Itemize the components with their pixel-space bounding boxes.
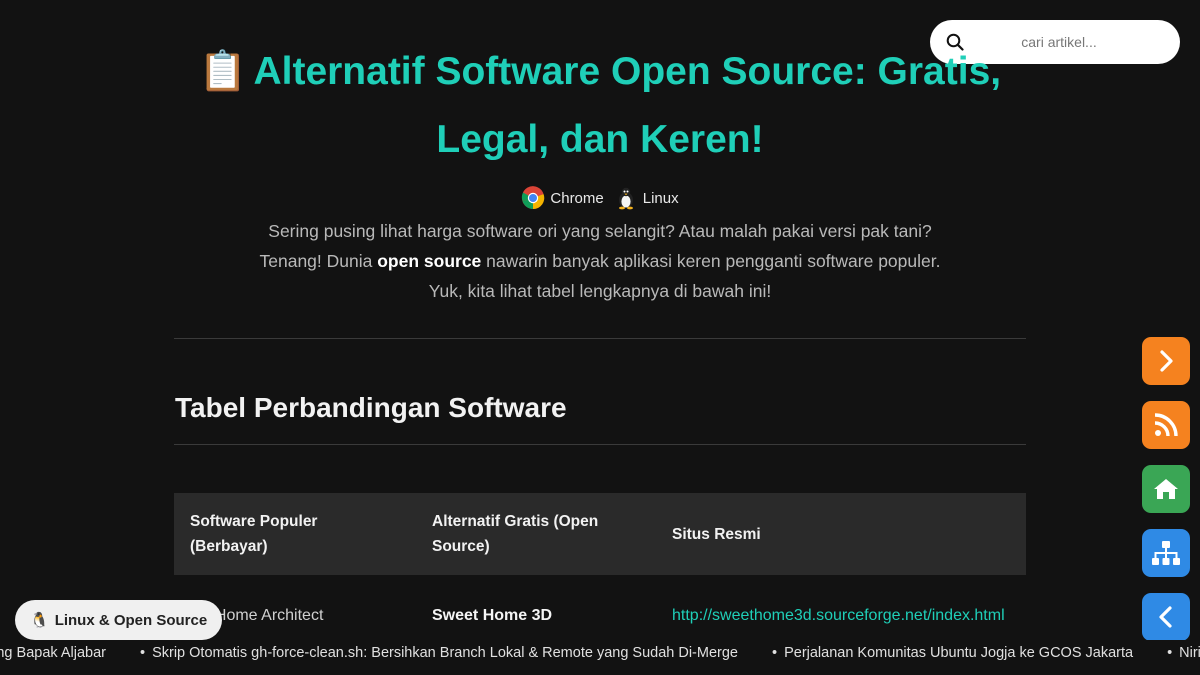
tag-chrome[interactable]: Chrome: [521, 186, 604, 210]
chevron-right-icon: [1160, 350, 1173, 372]
penguin-icon: 🐧: [30, 612, 49, 629]
chevron-left-icon: [1159, 606, 1172, 628]
ticker-item[interactable]: • Perjalanan Komunitas Ubuntu Jogja ke GC…: [772, 645, 1167, 661]
intro-bold-text: open source: [377, 251, 482, 271]
column-header: Software Populer (Berbayar): [190, 513, 318, 555]
ticker-item-label: Skrip Otomatis gh-force-clean.sh: Bersih…: [152, 645, 738, 661]
table-header: Software Populer (Berbayar) Alternatif G…: [174, 493, 1026, 575]
intro-paragraph: Sering pusing lihat harga software ori y…: [245, 216, 955, 306]
category-label: Linux & Open Source: [54, 611, 208, 629]
ticker-item[interactable]: • Skrip Otomatis gh-force-clean.sh: Bersi…: [140, 645, 772, 661]
rss-button[interactable]: [1142, 401, 1190, 449]
ticker-item[interactable]: Jadi Tukang Bapak Aljabar: [0, 645, 140, 661]
tux-penguin-icon: [618, 187, 633, 210]
sitemap-button[interactable]: [1142, 529, 1190, 577]
divider: [174, 338, 1026, 339]
ticker-item-label: Jadi Tukang Bapak Aljabar: [0, 645, 106, 661]
ticker-item-label: Perjalanan Komunitas Ubuntu Jogja ke GCO…: [784, 645, 1134, 661]
chrome-icon: [522, 186, 545, 210]
page-title: 📋 Alternatif Software Open Source: Gratis…: [175, 38, 1025, 174]
section-title: Tabel Perbandingan Software: [175, 392, 567, 423]
tag-label: Linux: [642, 189, 679, 207]
divider: [174, 444, 1026, 445]
column-header: Situs Resmi: [672, 525, 761, 543]
home-icon: [1154, 479, 1178, 499]
intro-text: nawarin banyak aplikasi keren pengganti …: [428, 251, 941, 301]
tag-label: Chrome: [550, 189, 604, 207]
next-button[interactable]: [1142, 337, 1190, 385]
ticker-item[interactable]: • Niri: [1167, 645, 1200, 661]
news-ticker: Jadi Tukang Bapak Aljabar •Skrip Otomati…: [0, 640, 1200, 675]
tag-list: Chrome Linux: [0, 186, 1200, 210]
ticker-item-label: Niri: [1179, 645, 1200, 661]
category-pill[interactable]: 🐧 Linux & Open Source: [15, 600, 223, 640]
rss-icon: [1154, 413, 1178, 437]
prev-button[interactable]: [1142, 593, 1190, 641]
comparison-table: Software Populer (Berbayar) Alternatif G…: [174, 493, 1026, 655]
sitemap-icon: [1152, 541, 1180, 565]
alternative-software-cell: Sweet Home 3D: [432, 606, 553, 624]
tag-linux[interactable]: Linux: [614, 186, 679, 210]
home-button[interactable]: [1142, 465, 1190, 513]
official-site-link[interactable]: http://sweethome3d.sourceforge.net/index…: [656, 603, 1026, 628]
column-header: Alternatif Gratis (Open Source): [432, 513, 599, 555]
page-title-text: Alternatif Software Open Source: Gratis,…: [253, 50, 1002, 161]
clipboard-icon: 📋: [198, 50, 248, 93]
